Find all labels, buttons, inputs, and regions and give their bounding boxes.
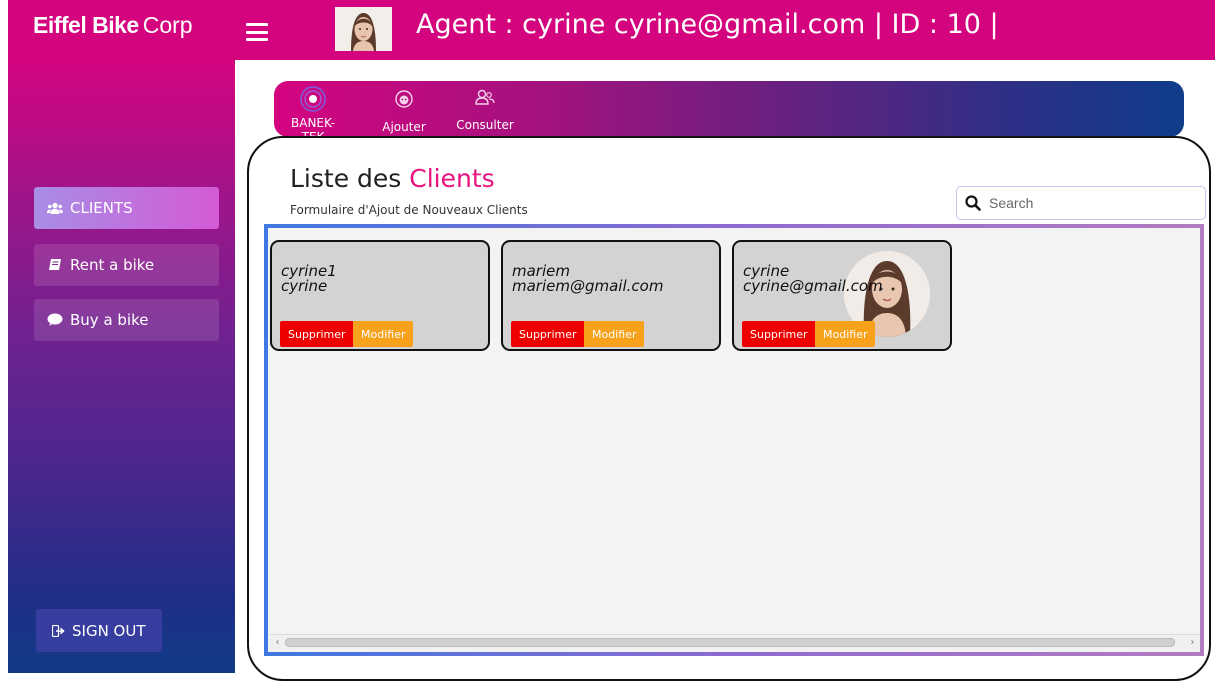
nav-label: Consulter [456,118,514,132]
brand-logo[interactable]: Eiffel Bike Corp [33,12,193,39]
delete-button[interactable]: Supprimer [742,321,816,347]
client-detail: mariem@gmail.com [512,277,664,295]
sign-out-icon [52,624,65,637]
nav-label: Ajouter [382,120,426,134]
menu-toggle-icon[interactable] [246,23,268,41]
top-nav: BANEK-TEK Ajouter Consulter [274,81,1184,144]
top-bar: Eiffel Bike Corp Agent : cyrine cyrine@gm… [8,0,1215,60]
book-icon [46,258,64,272]
sidebar-item-clients[interactable]: CLIENTS [34,187,219,229]
users-outline-icon [452,89,518,110]
page-subtitle: Formulaire d'Ajout de Nouveaux Clients [290,203,528,217]
sidebar-item-label: CLIENTS [70,199,133,217]
client-detail: cyrine@gmail.com [743,277,883,295]
sidebar-item-label: Rent a bike [70,256,155,274]
edit-button[interactable]: Modifier [815,321,876,347]
client-card: mariem mariem@gmail.com Supprimer Modifi… [501,240,721,351]
edit-button[interactable]: Modifier [584,321,645,347]
delete-button[interactable]: Supprimer [280,321,354,347]
sidebar-item-label: Buy a bike [70,311,149,329]
client-name: mariem [512,262,570,280]
page-title-prefix: Liste des [290,164,402,193]
sign-out-button[interactable]: SIGN OUT [36,609,162,652]
search-input[interactable] [989,195,1189,211]
delete-button[interactable]: Supprimer [511,321,585,347]
client-detail: cyrine [281,277,328,295]
sidebar: CLIENTS Rent a bike Buy a bike SIGN OUT [8,60,235,673]
sign-out-label: SIGN OUT [72,621,146,640]
target-icon [283,85,343,116]
clients-list: cyrine1 cyrine Supprimer Modifier mariem… [264,224,1204,656]
client-name: cyrine1 [281,262,337,280]
edit-button[interactable]: Modifier [353,321,414,347]
search-box[interactable] [956,186,1206,220]
client-name: cyrine [743,262,790,280]
client-card: cyrine1 cyrine Supprimer Modifier [270,240,490,351]
scroll-right-icon[interactable]: › [1185,635,1200,650]
horizontal-scrollbar[interactable]: ‹ › [270,634,1200,649]
page-title-highlight: Clients [409,164,495,193]
agent-info: Agent : cyrine cyrine@gmail.com | ID : 1… [416,9,999,40]
scrollbar-thumb[interactable] [285,638,1175,647]
nav-ajouter[interactable]: Ajouter [374,89,434,134]
client-card: cyrine cyrine@gmail.com Supprimer Modifi… [732,240,952,351]
face-icon [374,89,434,112]
page-title: Liste des Clients [290,164,495,193]
nav-consulter[interactable]: Consulter [452,89,518,132]
users-icon [46,202,64,215]
sidebar-item-rent-a-bike[interactable]: Rent a bike [34,244,219,286]
scroll-left-icon[interactable]: ‹ [270,635,285,650]
comment-icon [46,313,64,327]
search-icon [965,195,981,211]
brand-name: Eiffel Bike [33,12,139,38]
brand-suffix: Corp [142,12,193,38]
agent-avatar [335,7,392,51]
sidebar-item-buy-a-bike[interactable]: Buy a bike [34,299,219,341]
